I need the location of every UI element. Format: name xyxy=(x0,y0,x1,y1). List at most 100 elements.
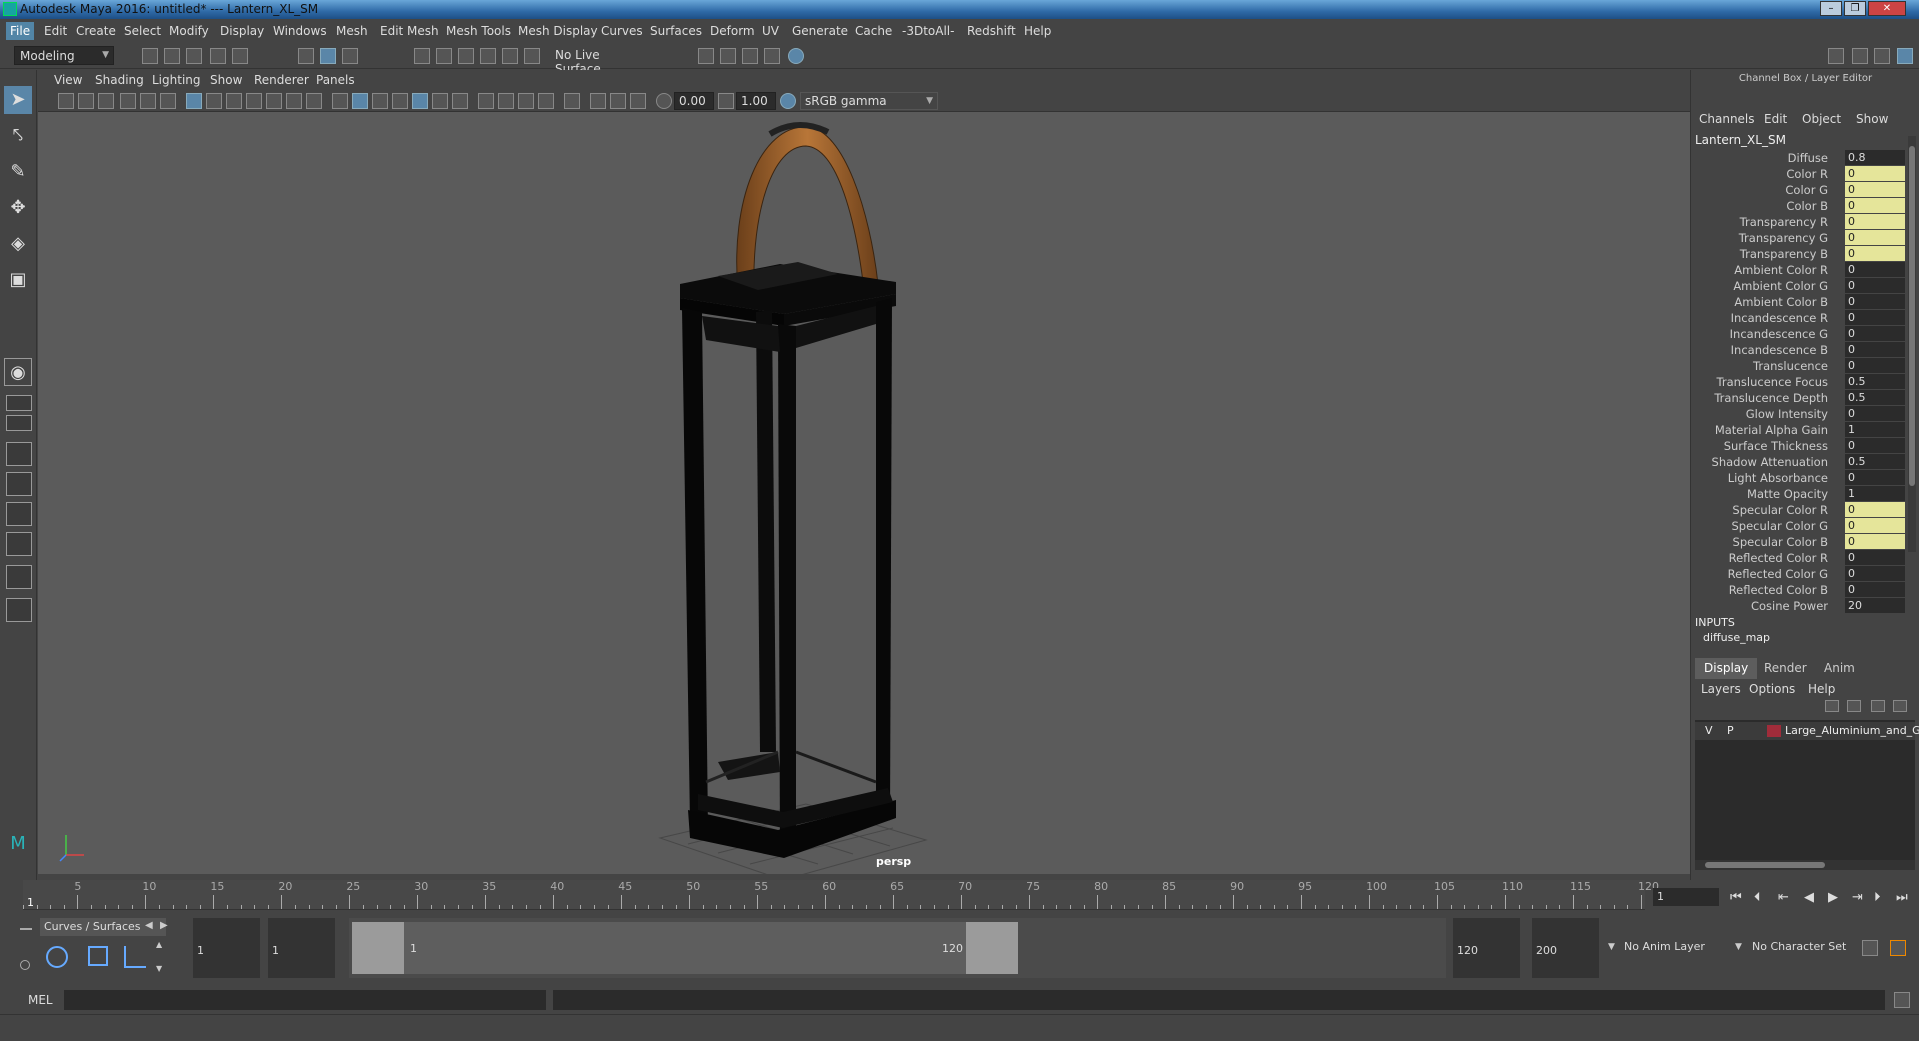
new-scene-icon[interactable] xyxy=(142,48,158,64)
attribute-label[interactable]: Translucence xyxy=(1753,359,1828,373)
snap-grid-icon[interactable] xyxy=(414,48,430,64)
menu-cache[interactable]: Cache xyxy=(855,24,892,38)
layer-list-hscroll[interactable] xyxy=(1695,860,1915,870)
attribute-label[interactable]: Material Alpha Gain xyxy=(1715,423,1828,437)
inputs-item[interactable]: diffuse_map xyxy=(1703,631,1770,644)
attribute-value[interactable]: 0 xyxy=(1845,182,1905,197)
chevron-down-icon[interactable]: ▼ xyxy=(1735,942,1742,952)
le-menu-layers[interactable]: Layers xyxy=(1701,682,1741,696)
bookmark-icon[interactable] xyxy=(98,93,114,109)
nurbs-square-icon[interactable] xyxy=(88,946,108,966)
field-chart-icon[interactable] xyxy=(266,93,282,109)
time-track[interactable]: 1 5 10 15 20 25 30 35 40 45 50 55 60 65 70 75 80 85 90 95 1… xyxy=(23,880,1659,910)
rotate-tool-icon[interactable]: ◈ xyxy=(4,230,32,258)
menu-redshift[interactable]: Redshift xyxy=(967,24,1016,38)
redo-icon[interactable] xyxy=(232,48,248,64)
menu-display[interactable]: Display xyxy=(220,24,264,38)
go-to-start-icon[interactable]: ⏮ xyxy=(1730,890,1742,905)
layout-outliner-icon[interactable] xyxy=(6,472,32,496)
play-backward-icon[interactable]: ◀ xyxy=(1804,890,1814,905)
menu-generate[interactable]: Generate xyxy=(792,24,848,38)
smooth-shade-icon[interactable] xyxy=(352,93,368,109)
step-back-key-icon[interactable]: ⇤ xyxy=(1778,890,1789,905)
attribute-value[interactable]: 0 xyxy=(1845,214,1905,229)
panel-menu-view[interactable]: View xyxy=(54,73,82,87)
menu-edit-mesh[interactable]: Edit Mesh xyxy=(380,24,439,38)
gamma-icon[interactable] xyxy=(718,93,734,109)
minimize-button[interactable]: – xyxy=(1820,1,1842,16)
attribute-row[interactable]: Light Absorbance 0 xyxy=(1691,470,1905,486)
attribute-row[interactable]: Incandescence G 0 xyxy=(1691,326,1905,342)
save-scene-icon[interactable] xyxy=(186,48,202,64)
attribute-value[interactable]: 0 xyxy=(1845,358,1905,373)
anti-aliasing-icon[interactable] xyxy=(518,93,534,109)
attribute-value[interactable]: 0 xyxy=(1845,550,1905,565)
panel-menu-show[interactable]: Show xyxy=(210,73,242,87)
menu-3dtoall[interactable]: -3DtoAll- xyxy=(902,24,954,38)
layout-hypershade-icon[interactable] xyxy=(6,532,32,556)
attribute-row[interactable]: Glow Intensity 0 xyxy=(1691,406,1905,422)
attribute-value[interactable]: 1 xyxy=(1845,422,1905,437)
attribute-row[interactable]: Cosine Power 20 xyxy=(1691,598,1905,614)
shelf-prev-icon[interactable]: ◀ xyxy=(145,920,153,931)
layout-more-icon[interactable] xyxy=(6,598,32,622)
attribute-label[interactable]: Incandescence G xyxy=(1730,327,1828,341)
layer-playback-toggle[interactable]: P xyxy=(1727,724,1734,737)
scroll-thumb[interactable] xyxy=(1909,146,1915,486)
attribute-row[interactable]: Specular Color G 0 xyxy=(1691,518,1905,534)
attribute-label[interactable]: Specular Color G xyxy=(1731,519,1828,533)
snap-curve-icon[interactable] xyxy=(436,48,452,64)
colorspace-dropdown[interactable]: sRGB gamma ▼ xyxy=(800,92,938,110)
cb-menu-channels[interactable]: Channels xyxy=(1699,112,1755,126)
attribute-label[interactable]: Specular Color B xyxy=(1733,535,1828,549)
attribute-value[interactable]: 0 xyxy=(1845,438,1905,453)
command-input[interactable] xyxy=(64,990,546,1010)
shelf-menu-icon[interactable] xyxy=(20,918,36,978)
layer-move-up-icon[interactable] xyxy=(1825,700,1839,712)
camera-attributes-icon[interactable] xyxy=(78,93,94,109)
attribute-row[interactable]: Translucence 0 xyxy=(1691,358,1905,374)
depth-of-field-icon[interactable] xyxy=(538,93,554,109)
chevron-down-icon[interactable]: ▼ xyxy=(1608,942,1615,952)
select-object-icon[interactable] xyxy=(320,48,336,64)
panel-menu-panels[interactable]: Panels xyxy=(316,73,355,87)
render-settings-icon[interactable] xyxy=(764,48,780,64)
open-scene-icon[interactable] xyxy=(164,48,180,64)
attribute-row[interactable]: Material Alpha Gain 1 xyxy=(1691,422,1905,438)
wireframe-icon[interactable] xyxy=(332,93,348,109)
attribute-row[interactable]: Transparency R 0 xyxy=(1691,214,1905,230)
range-handle[interactable]: 1 120 xyxy=(352,922,1018,974)
panel-menu-lighting[interactable]: Lighting xyxy=(152,73,201,87)
color-management-icon[interactable] xyxy=(780,93,796,109)
safe-title-icon[interactable] xyxy=(306,93,322,109)
layer-color-swatch[interactable] xyxy=(1767,725,1781,737)
attribute-label[interactable]: Translucence Depth xyxy=(1714,391,1828,405)
layer-move-down-icon[interactable] xyxy=(1847,700,1861,712)
attribute-value[interactable]: 0 xyxy=(1845,246,1905,261)
gamma-field[interactable]: 1.00 xyxy=(736,92,776,110)
attribute-label[interactable]: Shadow Attenuation xyxy=(1712,455,1828,469)
attribute-row[interactable]: Ambient Color B 0 xyxy=(1691,294,1905,310)
attribute-value[interactable]: 0.8 xyxy=(1845,150,1905,165)
attribute-value[interactable]: 0 xyxy=(1845,262,1905,277)
playback-end-field[interactable]: 120 xyxy=(1453,918,1520,978)
attribute-value[interactable]: 0 xyxy=(1845,198,1905,213)
layer-name[interactable]: Large_Aluminium_and_Gl xyxy=(1785,724,1919,737)
grease-pencil-icon[interactable] xyxy=(160,93,176,109)
paint-select-tool-icon[interactable]: ✎ xyxy=(4,158,32,186)
layout-four-view-icon[interactable] xyxy=(6,395,32,411)
film-gate-icon[interactable] xyxy=(206,93,222,109)
attribute-editor-icon[interactable] xyxy=(1852,48,1868,64)
menuset-dropdown[interactable]: Modeling ▼ xyxy=(14,46,114,65)
attribute-label[interactable]: Matte Opacity xyxy=(1747,487,1828,501)
menu-mesh[interactable]: Mesh xyxy=(336,24,368,38)
channel-box-scrollbar[interactable] xyxy=(1908,136,1916,552)
menu-mesh-display[interactable]: Mesh Display xyxy=(518,24,598,38)
object-name[interactable]: Lantern_XL_SM xyxy=(1695,133,1786,147)
attribute-label[interactable]: Glow Intensity xyxy=(1746,407,1828,421)
motion-blur-icon[interactable] xyxy=(498,93,514,109)
xray-components-icon[interactable] xyxy=(630,93,646,109)
snap-surface-icon[interactable] xyxy=(502,48,518,64)
menu-mesh-tools[interactable]: Mesh Tools xyxy=(446,24,511,38)
exposure-field[interactable]: 0.00 xyxy=(674,92,714,110)
